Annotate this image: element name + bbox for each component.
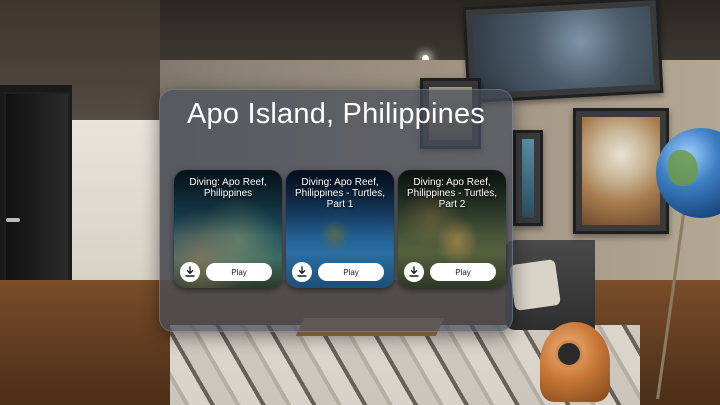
play-button[interactable]: Play (206, 263, 272, 281)
video-title: Diving: Apo Reef, Philippines - Turtles,… (406, 177, 498, 210)
download-icon[interactable] (404, 262, 424, 282)
video-collection-panel: Apo Island, Philippines Diving: Apo Reef… (159, 89, 513, 332)
pillow (509, 259, 561, 311)
diving-helmet-window (555, 340, 583, 368)
video-card[interactable]: Diving: Apo Reef, Philippines - Turtles,… (398, 170, 506, 288)
wall-picture (513, 130, 543, 226)
play-button[interactable]: Play (430, 263, 496, 281)
video-card[interactable]: Diving: Apo Reef, Philippines Play (174, 170, 282, 288)
download-icon[interactable] (180, 262, 200, 282)
video-card[interactable]: Diving: Apo Reef, Philippines - Turtles,… (286, 170, 394, 288)
video-title: Diving: Apo Reef, Philippines (189, 177, 267, 199)
panel-title: Apo Island, Philippines (186, 98, 485, 130)
wall-picture (573, 108, 669, 234)
download-icon[interactable] (292, 262, 312, 282)
wall-picture (462, 0, 664, 104)
doorway (70, 120, 160, 280)
video-title: Diving: Apo Reef, Philippines - Turtles,… (294, 177, 386, 210)
door-handle (6, 218, 20, 222)
globe-land (668, 150, 698, 186)
play-button[interactable]: Play (318, 263, 384, 281)
